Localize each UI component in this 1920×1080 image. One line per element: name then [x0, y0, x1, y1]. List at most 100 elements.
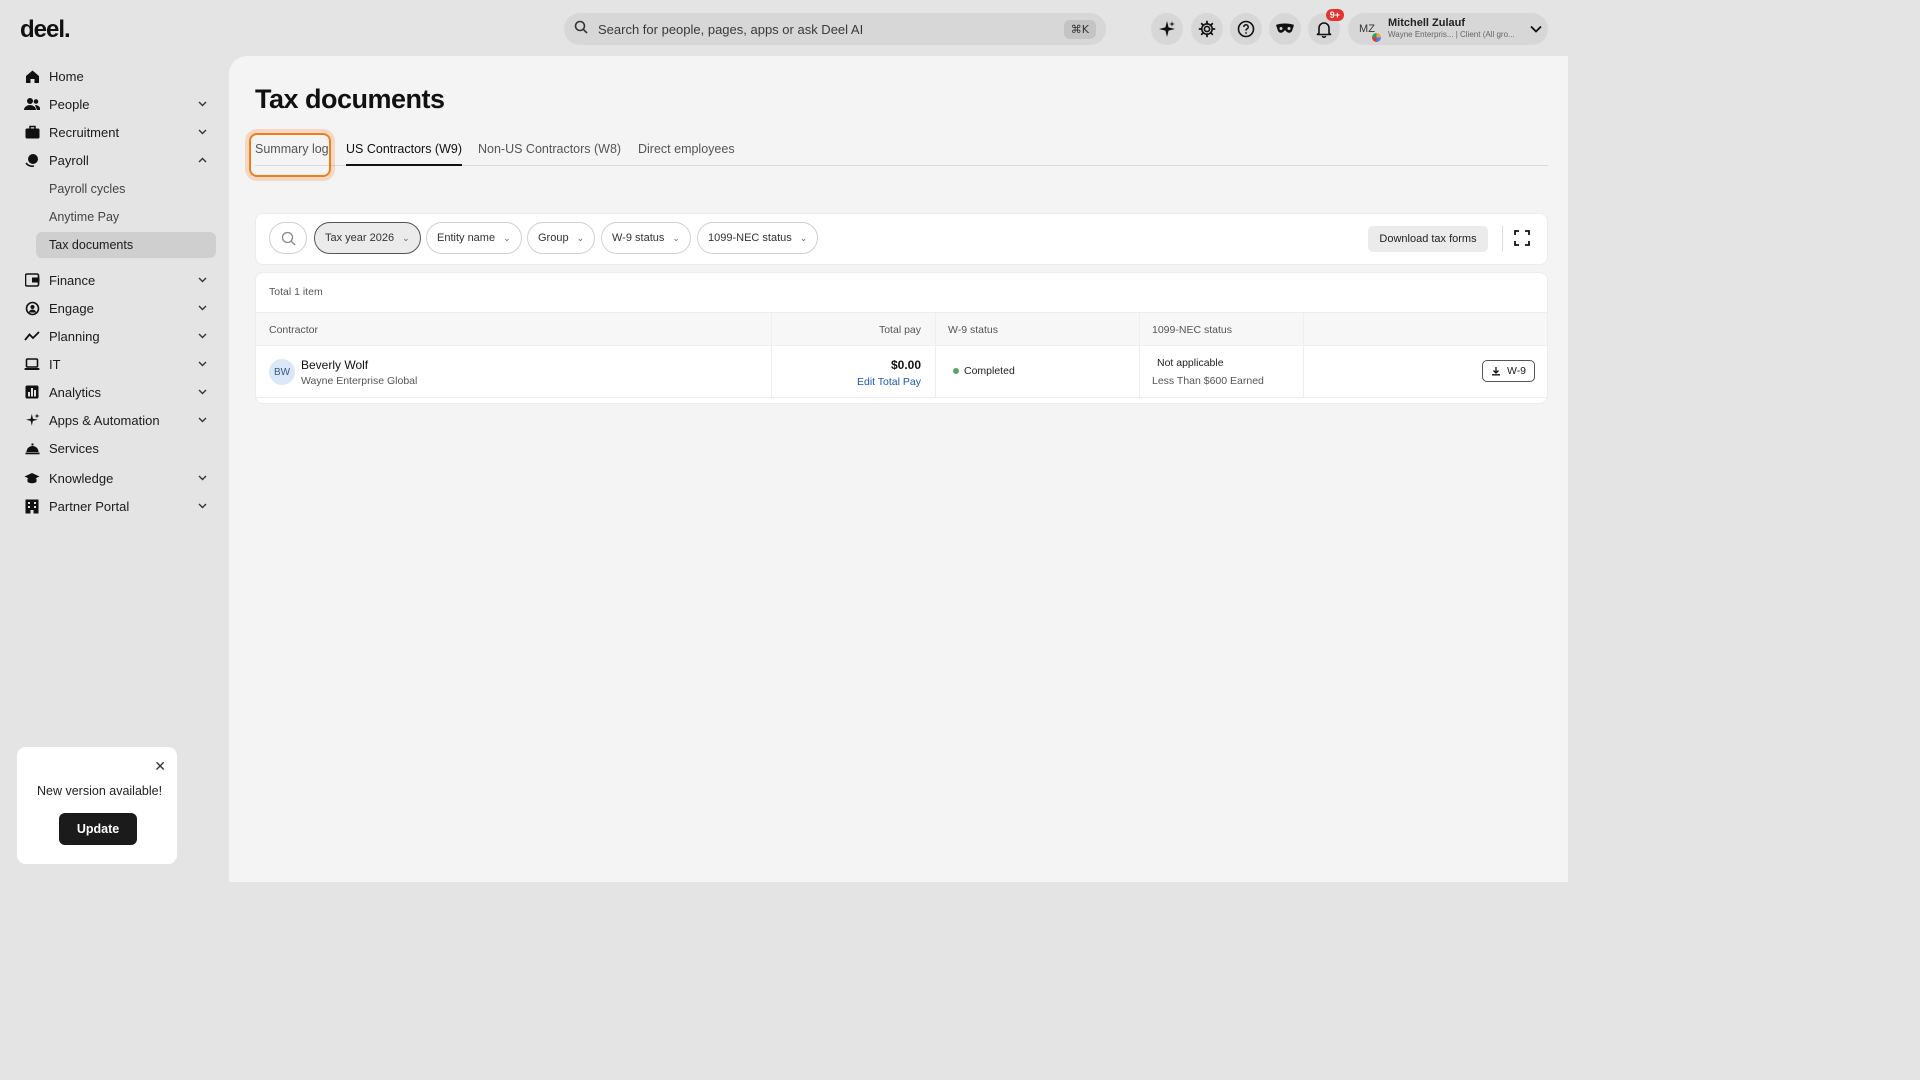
sidebar-item-analytics[interactable]: Analytics — [16, 378, 216, 406]
profile-subtitle: Wayne Enterpris... | Client (All gro... — [1388, 30, 1515, 39]
chevron-down-icon — [196, 302, 208, 314]
close-icon[interactable]: ✕ — [154, 758, 166, 775]
update-button[interactable]: Update — [59, 813, 137, 845]
filter-group[interactable]: Group ⌄ — [527, 222, 596, 254]
sidebar-nav: Home People Recruitment Payroll Payroll … — [16, 62, 216, 520]
global-search-bar[interactable]: Search for people, pages, apps or ask De… — [564, 13, 1106, 45]
profile-name: Mitchell Zulauf — [1388, 17, 1465, 29]
trend-icon — [24, 328, 40, 344]
chevron-down-icon — [196, 386, 208, 398]
deel-logo[interactable]: deel. — [20, 16, 71, 44]
download-w9-button[interactable]: W-9 — [1482, 360, 1535, 382]
sidebar-item-home[interactable]: Home — [16, 62, 216, 90]
page-title: Tax documents — [255, 84, 445, 114]
home-icon — [24, 68, 40, 84]
ai-sparkle-button[interactable] — [1151, 13, 1183, 45]
wallet-icon — [24, 272, 40, 288]
filter-bar: Tax year 2026 ⌄ Entity name ⌄ Group ⌄ W-9 s… — [255, 213, 1548, 265]
download-icon — [1491, 367, 1500, 376]
header-contractor: Contractor — [269, 324, 319, 336]
engage-icon — [24, 300, 40, 316]
main-panel: Tax documents Summary log US Contractors… — [229, 56, 1568, 882]
notification-count-badge: 9+ — [1325, 9, 1344, 21]
sidebar-item-partner-portal[interactable]: Partner Portal — [16, 492, 216, 520]
contractors-table: Total 1 item Contractor Total pay W-9 st… — [255, 272, 1548, 404]
filter-w9-status[interactable]: W-9 status ⌄ — [601, 222, 691, 254]
filter-1099-nec-status[interactable]: 1099-NEC status ⌄ — [697, 222, 819, 254]
incognito-button[interactable] — [1269, 13, 1301, 45]
table-header: Contractor Total pay W-9 status 1099-NEC… — [256, 312, 1547, 346]
sidebar-subitem-anytime-pay[interactable]: Anytime Pay — [36, 204, 216, 230]
header-total-pay: Total pay — [878, 324, 921, 336]
help-button[interactable] — [1230, 13, 1262, 45]
avatar: MZ — [1354, 16, 1381, 42]
sidebar-subitem-tax-documents[interactable]: Tax documents — [36, 232, 216, 258]
sparkle-icon — [24, 412, 40, 428]
tab-non-us-contractors-w8[interactable]: Non-US Contractors (W8) — [478, 142, 621, 164]
settings-button[interactable] — [1191, 13, 1223, 45]
update-toast: ✕ New version available! Update — [16, 746, 178, 865]
w9-status: Completed — [953, 365, 1015, 377]
sidebar-item-engage[interactable]: Engage — [16, 294, 216, 322]
chevron-down-icon: ⌄ — [576, 232, 585, 243]
edit-total-pay-link[interactable]: Edit Total Pay — [857, 376, 921, 388]
chevron-down-icon: ⌄ — [799, 232, 808, 243]
help-icon — [1237, 20, 1255, 38]
update-message: New version available! — [37, 784, 163, 798]
filter-entity-name[interactable]: Entity name ⌄ — [426, 222, 522, 254]
download-tax-forms-button[interactable]: Download tax forms — [1368, 226, 1488, 252]
contractor-entity: Wayne Enterprise Global — [301, 375, 418, 387]
table-row[interactable]: BW Beverly Wolf Wayne Enterprise Global … — [256, 346, 1547, 398]
chevron-up-icon — [196, 154, 208, 166]
notifications-button[interactable]: 9+ — [1308, 9, 1344, 45]
search-shortcut-badge: ⌘K — [1063, 19, 1096, 39]
sidebar-item-it[interactable]: IT — [16, 350, 216, 378]
eye-mask-icon — [1276, 23, 1294, 33]
chevron-down-icon — [196, 98, 208, 110]
service-bell-icon — [24, 440, 40, 456]
sidebar-item-planning[interactable]: Planning — [16, 322, 216, 350]
sidebar-item-payroll[interactable]: Payroll — [16, 146, 216, 174]
tab-bar: Summary log US Contractors (W9) Non-US C… — [249, 133, 1548, 177]
chevron-down-icon: ⌄ — [503, 232, 511, 243]
sidebar-subitem-payroll-cycles[interactable]: Payroll cycles — [36, 176, 216, 202]
sidebar-item-apps-automation[interactable]: Apps & Automation — [16, 406, 216, 434]
sidebar-item-knowledge[interactable]: Knowledge — [16, 464, 216, 492]
chevron-down-icon — [196, 500, 208, 512]
nec-status: Not applicable — [1157, 357, 1224, 369]
sidebar-item-recruitment[interactable]: Recruitment — [16, 118, 216, 146]
tab-summary-log[interactable]: Summary log — [249, 133, 331, 177]
header-1099-nec-status: 1099-NEC status — [1152, 324, 1232, 336]
building-icon — [24, 498, 40, 514]
chevron-down-icon — [196, 126, 208, 138]
payroll-icon — [24, 152, 40, 168]
laptop-icon — [24, 356, 40, 372]
bell-icon — [1316, 22, 1332, 38]
org-status-dot — [1372, 33, 1381, 42]
gear-icon — [1198, 20, 1216, 38]
fullscreen-icon[interactable] — [1513, 229, 1531, 247]
contractor-name[interactable]: Beverly Wolf — [301, 358, 368, 372]
sidebar-item-finance[interactable]: Finance — [16, 266, 216, 294]
search-placeholder: Search for people, pages, apps or ask De… — [598, 21, 864, 37]
chevron-down-icon — [196, 358, 208, 370]
sidebar-item-people[interactable]: People — [16, 90, 216, 118]
header-w9-status: W-9 status — [948, 324, 998, 336]
table-search-button[interactable] — [269, 222, 307, 254]
profile-menu[interactable]: MZ Mitchell Zulauf Wayne Enterpris... | … — [1348, 13, 1548, 45]
sparkle-icon — [1159, 21, 1175, 37]
search-icon — [574, 20, 588, 39]
chevron-down-icon — [196, 414, 208, 426]
briefcase-icon — [24, 124, 40, 140]
tab-us-contractors-w9[interactable]: US Contractors (W9) — [346, 142, 462, 166]
divider — [1502, 226, 1503, 252]
people-icon — [24, 96, 40, 112]
tab-direct-employees[interactable]: Direct employees — [638, 142, 735, 164]
total-pay-value: $0.00 — [890, 358, 921, 372]
filter-tax-year[interactable]: Tax year 2026 ⌄ — [314, 222, 421, 254]
focus-highlight — [249, 133, 331, 177]
status-dot-icon — [953, 368, 959, 374]
sidebar-item-services[interactable]: Services — [16, 434, 216, 462]
graduation-cap-icon — [24, 470, 40, 486]
chevron-down-icon: ⌄ — [402, 232, 410, 243]
